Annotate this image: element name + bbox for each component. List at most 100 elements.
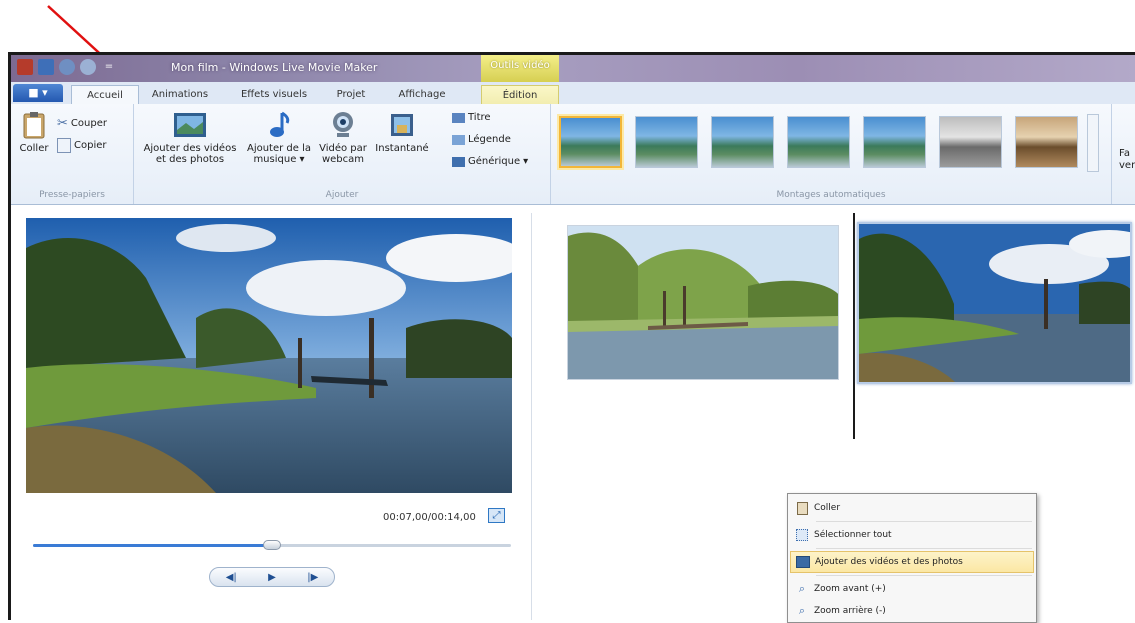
paste-label: Coller <box>19 143 49 154</box>
previous-frame-button[interactable]: ◀| <box>226 572 237 583</box>
add-group: Ajouter des vidéos et des photos Ajouter… <box>134 104 551 204</box>
tab-effets-visuels[interactable]: Effets visuels <box>233 85 315 104</box>
application-menu-button[interactable]: ■ ▾ <box>13 84 63 102</box>
truncated-ribbon-button[interactable]: Fa ver <box>1119 148 1135 172</box>
menu-item-add-videos-photos[interactable]: Ajouter des vidéos et des photos <box>790 551 1034 573</box>
theme-thumbnail[interactable] <box>1015 116 1078 168</box>
menu-item-label: Zoom avant (+) <box>814 584 886 594</box>
menu-item-label: Coller <box>814 503 841 513</box>
fullscreen-button[interactable]: ⤢ <box>488 508 505 523</box>
menu-item-select-all[interactable]: Sélectionner tout <box>790 524 1034 546</box>
caption-icon <box>452 134 465 145</box>
redo-icon[interactable] <box>80 59 96 75</box>
undo-icon[interactable] <box>59 59 75 75</box>
clipboard-group-label: Presse-papiers <box>39 190 105 200</box>
menu-item-label: Zoom arrière (-) <box>814 606 886 616</box>
gallery-scroll[interactable] <box>1087 114 1099 172</box>
paste-icon <box>790 501 814 515</box>
tab-edition[interactable]: Édition <box>481 85 559 104</box>
credits-icon <box>452 156 465 167</box>
add-media-icon <box>174 113 206 137</box>
menu-separator <box>816 575 1032 576</box>
next-frame-button[interactable]: |▶ <box>307 572 318 583</box>
seek-progress <box>33 544 272 547</box>
play-button[interactable]: ▶ <box>268 572 276 583</box>
title-button[interactable]: Titre <box>452 112 491 123</box>
context-menu: Coller Sélectionner tout Ajouter des vid… <box>787 493 1037 623</box>
menu-item-label: Ajouter des vidéos et des photos <box>815 557 963 567</box>
menu-item-label: Sélectionner tout <box>814 530 892 540</box>
ribbon: Coller ✂ Couper Copier Presse-papiers Aj… <box>11 104 1135 205</box>
music-note-icon <box>270 111 290 137</box>
preview-monitor[interactable] <box>26 218 526 493</box>
tab-projet[interactable]: Projet <box>325 85 377 104</box>
clip-thumbnail <box>859 224 1130 382</box>
cut-button[interactable]: ✂ Couper <box>57 116 107 131</box>
add-music-button[interactable]: Ajouter de la musique ▾ <box>244 110 314 165</box>
paste-button[interactable]: Coller <box>17 110 51 154</box>
playhead-indicator[interactable] <box>853 213 855 439</box>
automovie-themes-group: Montages automatiques <box>551 104 1112 204</box>
snapshot-button[interactable]: Instantané <box>372 110 432 154</box>
zoom-out-icon: ⌕ <box>798 604 806 617</box>
app-icon[interactable] <box>17 59 33 75</box>
webcam-video-button[interactable]: Vidéo par webcam <box>314 110 372 165</box>
scissors-icon: ✂ <box>57 116 68 131</box>
customize-toolbar-icon[interactable]: = <box>101 59 117 75</box>
automovie-group-label: Montages automatiques <box>776 190 886 200</box>
add-videos-photos-label: Ajouter des vidéos et des photos <box>143 143 237 165</box>
clipboard-group: Coller ✂ Couper Copier Presse-papiers <box>11 104 134 204</box>
menu-item-paste[interactable]: Coller <box>790 497 1034 519</box>
menu-separator <box>816 521 1032 522</box>
seek-bar[interactable] <box>33 540 511 550</box>
theme-thumbnail[interactable] <box>559 116 622 168</box>
add-group-label: Ajouter <box>325 190 359 200</box>
menu-item-zoom-in[interactable]: ⌕ Zoom avant (+) <box>790 578 1034 600</box>
snapshot-icon <box>391 114 413 136</box>
zoom-in-icon: ⌕ <box>798 582 806 595</box>
add-media-icon <box>791 556 815 568</box>
tab-animations[interactable]: Animations <box>145 85 215 104</box>
theme-thumbnail[interactable] <box>635 116 698 168</box>
paste-icon <box>23 112 45 139</box>
caption-label: Légende <box>468 134 511 145</box>
copy-label: Copier <box>74 140 107 151</box>
cut-label: Couper <box>70 118 107 129</box>
window-title: Mon film - Windows Live Movie Maker <box>171 61 378 74</box>
context-tab-group: Outils vidéo <box>481 55 559 82</box>
copy-icon <box>57 138 71 153</box>
credits-dropdown-icon: ▾ <box>523 156 529 167</box>
snapshot-label: Instantané <box>375 143 429 154</box>
playback-controls: ◀| ▶ |▶ <box>209 567 335 587</box>
storyboard-clip-selected[interactable] <box>857 222 1132 384</box>
theme-thumbnail[interactable] <box>939 116 1002 168</box>
expand-icon: ⤢ <box>492 510 501 521</box>
clip-thumbnail <box>568 226 838 379</box>
storyboard-clip[interactable] <box>567 225 839 380</box>
select-all-icon <box>790 529 814 541</box>
preview-image <box>26 218 526 493</box>
theme-thumbnail[interactable] <box>863 116 926 168</box>
quick-access-toolbar: = <box>17 59 117 75</box>
seek-handle[interactable] <box>263 540 281 550</box>
menu-item-zoom-out[interactable]: ⌕ Zoom arrière (-) <box>790 600 1034 622</box>
ribbon-tab-row: ■ ▾ Accueil Animations Effets visuels Pr… <box>11 82 1135 105</box>
caption-button[interactable]: Légende <box>452 134 511 145</box>
tab-accueil[interactable]: Accueil <box>71 85 139 104</box>
title-bar: = Mon film - Windows Live Movie Maker Ou… <box>11 55 1135 82</box>
credits-button[interactable]: Générique ▾ <box>452 156 528 167</box>
webcam-video-label: Vidéo par webcam <box>319 143 367 165</box>
add-music-dropdown-icon: ▾ <box>299 154 305 165</box>
save-icon[interactable] <box>38 59 54 75</box>
tab-affichage[interactable]: Affichage <box>387 85 457 104</box>
pane-divider[interactable] <box>531 213 532 620</box>
credits-label: Générique <box>468 156 521 167</box>
title-icon <box>452 112 465 123</box>
add-videos-photos-button[interactable]: Ajouter des vidéos et des photos <box>140 110 240 165</box>
theme-thumbnail[interactable] <box>787 116 850 168</box>
webcam-icon <box>333 112 353 137</box>
copy-button[interactable]: Copier <box>57 138 107 153</box>
menu-separator <box>816 548 1032 549</box>
title-label: Titre <box>468 112 491 123</box>
theme-thumbnail[interactable] <box>711 116 774 168</box>
